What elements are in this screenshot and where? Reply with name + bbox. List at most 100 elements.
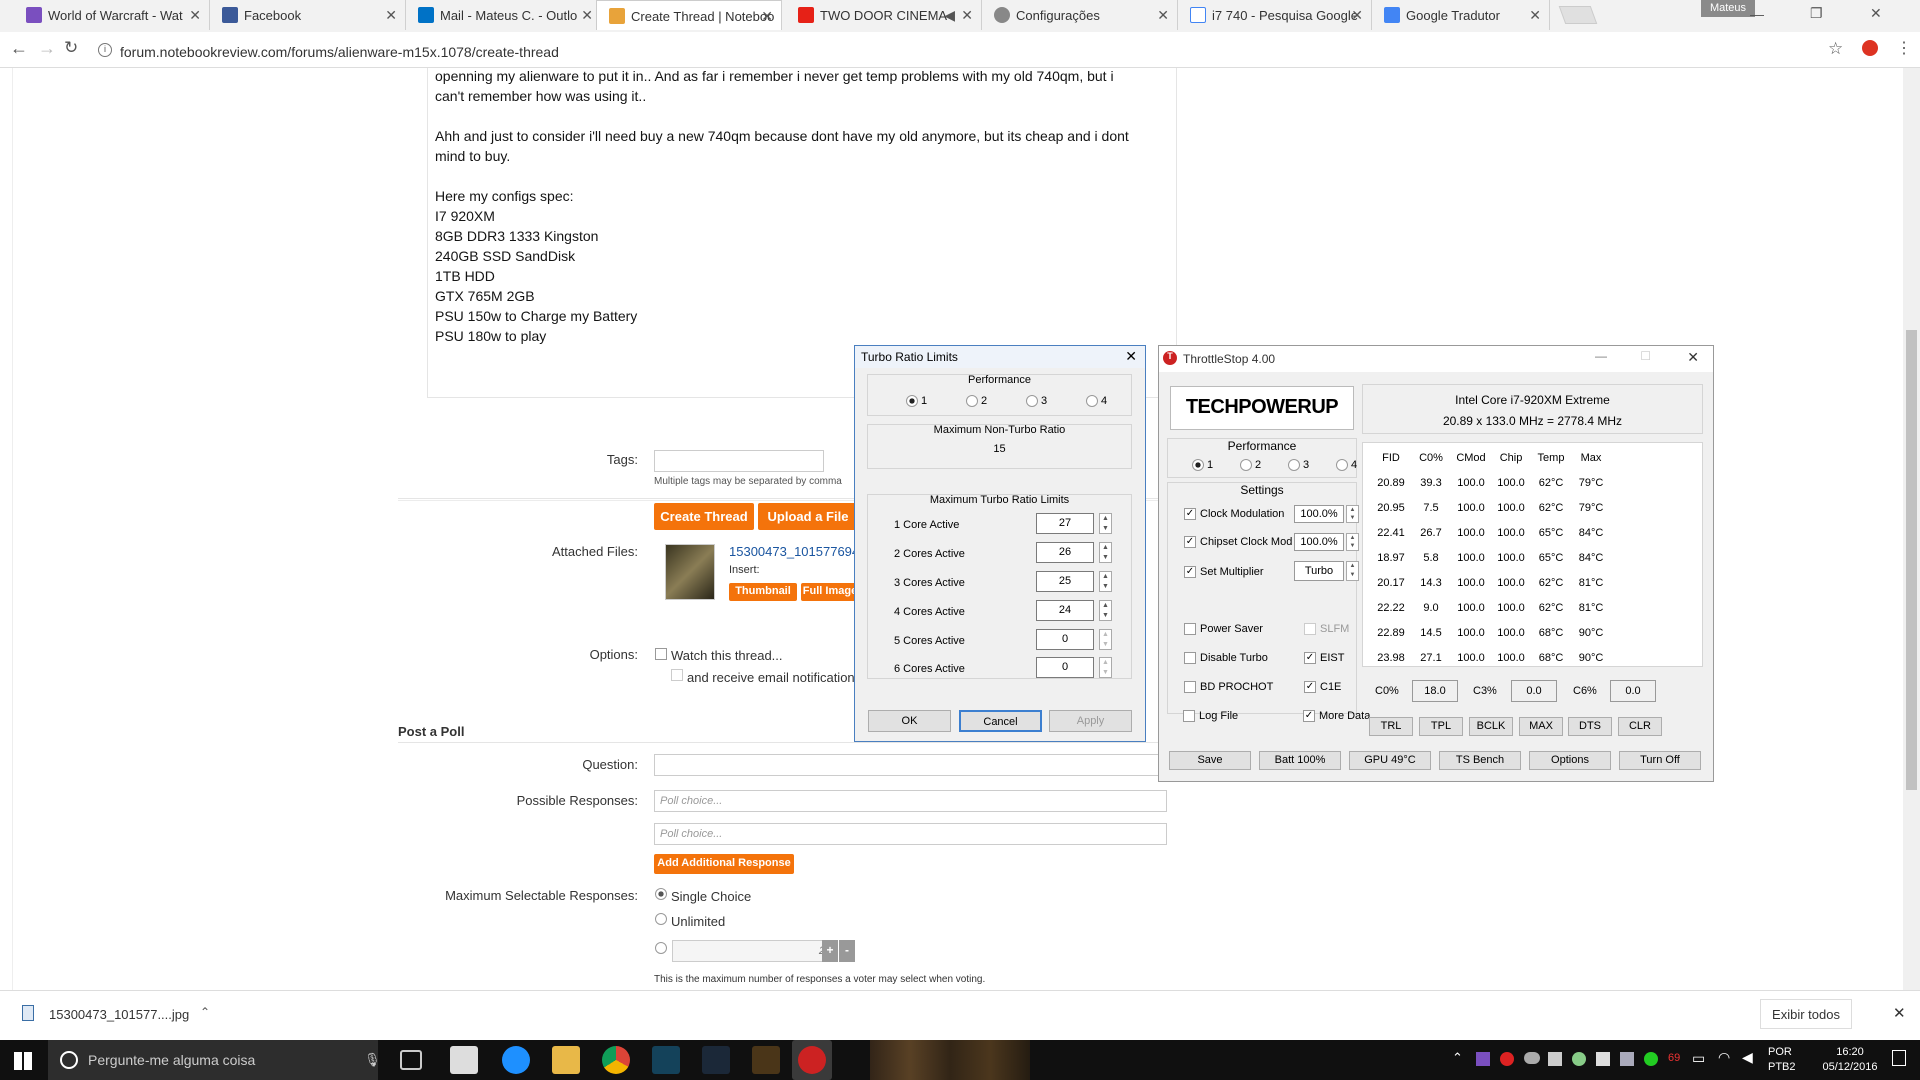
store-icon[interactable] bbox=[450, 1046, 478, 1074]
core-ratio-input[interactable]: 27 bbox=[1036, 513, 1094, 534]
cloud-icon[interactable] bbox=[1524, 1052, 1540, 1064]
new-tab-button[interactable] bbox=[1558, 6, 1598, 24]
count-radio[interactable] bbox=[655, 942, 667, 954]
attachment-link[interactable]: 15300473_1015776947 bbox=[729, 544, 859, 559]
core-ratio-input[interactable]: 25 bbox=[1036, 571, 1094, 592]
windows-start-icon[interactable] bbox=[14, 1052, 32, 1070]
spinner-arrows[interactable]: ▲ ▼ bbox=[1099, 600, 1112, 621]
file-explorer-icon[interactable] bbox=[552, 1046, 580, 1074]
gpu-temp-button[interactable]: GPU 49°C bbox=[1349, 751, 1431, 770]
core-ratio-input[interactable]: 26 bbox=[1036, 542, 1094, 563]
speaker-icon[interactable]: ◀ bbox=[944, 7, 955, 24]
close-icon[interactable]: ✕ bbox=[961, 7, 973, 24]
power-saver-checkbox[interactable] bbox=[1184, 623, 1196, 635]
tab-outlook-mail[interactable]: Mail - Mateus C. - Outlo ✕ bbox=[406, 0, 602, 30]
forward-icon[interactable]: → bbox=[38, 38, 56, 59]
close-icon[interactable]: ✕ bbox=[1529, 7, 1541, 24]
maximize-icon[interactable]: ❐ bbox=[1810, 5, 1823, 22]
spinner-arrows[interactable]: ▲ ▼ bbox=[1346, 561, 1359, 581]
dts-button[interactable]: DTS bbox=[1568, 717, 1612, 736]
tab-google-translate[interactable]: Google Tradutor ✕ bbox=[1372, 0, 1550, 30]
set-multiplier-checkbox[interactable]: ✓ bbox=[1184, 566, 1196, 578]
email-checkbox[interactable] bbox=[671, 669, 683, 681]
tab-create-thread[interactable]: Create Thread | Noteboo ✕ bbox=[596, 0, 782, 30]
bd-prochot-checkbox[interactable] bbox=[1184, 681, 1196, 693]
show-all-button[interactable]: Exibir todos bbox=[1760, 999, 1852, 1029]
bookmark-star-icon[interactable]: ☆ bbox=[1828, 39, 1843, 59]
multiplier-select[interactable]: Turbo bbox=[1294, 561, 1344, 581]
disable-turbo-checkbox[interactable] bbox=[1184, 652, 1196, 664]
clock-mod-checkbox[interactable]: ✓ bbox=[1184, 508, 1196, 520]
perf-radio-2[interactable] bbox=[966, 395, 978, 407]
decrement-button[interactable]: - bbox=[839, 940, 855, 962]
slfm-checkbox[interactable] bbox=[1304, 623, 1316, 635]
options-button[interactable]: Options bbox=[1529, 751, 1611, 770]
more-data-checkbox[interactable]: ✓ bbox=[1303, 710, 1315, 722]
chipset-mod-select[interactable]: 100.0% bbox=[1294, 533, 1344, 551]
clock[interactable]: 16:20 05/12/2016 bbox=[1818, 1045, 1882, 1075]
apply-button[interactable]: Apply bbox=[1049, 710, 1132, 732]
chrome-icon[interactable] bbox=[602, 1046, 630, 1074]
task-view-icon[interactable] bbox=[400, 1050, 422, 1070]
tab-facebook[interactable]: Facebook ✕ bbox=[210, 0, 406, 30]
question-input[interactable] bbox=[654, 754, 1167, 776]
perf-radio-4[interactable] bbox=[1336, 459, 1348, 471]
close-icon[interactable]: ✕ bbox=[761, 8, 773, 25]
menu-icon[interactable]: ⋮ bbox=[1896, 38, 1912, 58]
spinner-arrows[interactable]: ▲ ▼ bbox=[1099, 513, 1112, 534]
tray-icon[interactable] bbox=[1620, 1052, 1634, 1066]
max-button[interactable]: MAX bbox=[1519, 717, 1563, 736]
reload-icon[interactable]: ↻ bbox=[64, 38, 78, 58]
wifi-icon[interactable]: ◠ bbox=[1718, 1049, 1730, 1066]
back-icon[interactable]: ← bbox=[10, 38, 28, 59]
thumbnail-button[interactable]: Thumbnail bbox=[729, 583, 797, 601]
battery-button[interactable]: Batt 100% bbox=[1259, 751, 1341, 770]
close-icon[interactable]: ✕ bbox=[1157, 7, 1169, 24]
c1e-checkbox[interactable]: ✓ bbox=[1304, 681, 1316, 693]
steam-icon[interactable] bbox=[702, 1046, 730, 1074]
microphone-icon[interactable]: 🎙 bbox=[364, 1052, 381, 1068]
perf-radio-1[interactable] bbox=[1192, 459, 1204, 471]
spinner-arrows[interactable]: ▲ ▼ bbox=[1099, 542, 1112, 563]
tab-world-of-warcraft[interactable]: World of Warcraft - Wat ✕ bbox=[14, 0, 210, 30]
max-count-input[interactable]: 2 bbox=[672, 940, 832, 962]
cortana-search[interactable]: Pergunte-me alguma coisa 🎙 bbox=[48, 1040, 381, 1080]
poll-choice-input[interactable]: Poll choice... bbox=[654, 790, 1167, 812]
tags-input[interactable] bbox=[654, 450, 824, 472]
perf-radio-3[interactable] bbox=[1026, 395, 1038, 407]
close-icon[interactable]: ✕ bbox=[581, 7, 593, 24]
ok-button[interactable]: OK bbox=[868, 710, 951, 732]
maximize-icon[interactable]: ☐ bbox=[1640, 349, 1651, 363]
add-response-button[interactable]: Add Additional Response bbox=[654, 854, 794, 874]
core-ratio-input[interactable]: 0 bbox=[1036, 657, 1094, 678]
perf-radio-4[interactable] bbox=[1086, 395, 1098, 407]
tray-icon[interactable] bbox=[1596, 1052, 1610, 1066]
cancel-button[interactable]: Cancel bbox=[959, 710, 1042, 732]
tray-icon[interactable] bbox=[1548, 1052, 1562, 1066]
poll-choice-input[interactable]: Poll choice... bbox=[654, 823, 1167, 845]
tab-settings[interactable]: Configurações ✕ bbox=[982, 0, 1178, 30]
tray-icon[interactable] bbox=[1476, 1052, 1490, 1066]
core-ratio-input[interactable]: 0 bbox=[1036, 629, 1094, 650]
address-bar[interactable]: i forum.notebookreview.com/forums/alienw… bbox=[90, 38, 1840, 64]
close-icon[interactable]: ✕ bbox=[1893, 1004, 1906, 1022]
create-thread-button[interactable]: Create Thread bbox=[654, 503, 754, 530]
spinner-arrows[interactable]: ▲ ▼ bbox=[1099, 571, 1112, 592]
spinner-arrows[interactable]: ▲ ▼ bbox=[1346, 533, 1359, 551]
clr-button[interactable]: CLR bbox=[1618, 717, 1662, 736]
spinner-arrows[interactable]: ▲ ▼ bbox=[1099, 629, 1112, 650]
ts-bench-button[interactable]: TS Bench bbox=[1439, 751, 1521, 770]
chevron-up-icon[interactable]: ⌃ bbox=[200, 1005, 210, 1019]
close-icon[interactable]: ✕ bbox=[189, 7, 201, 24]
perf-radio-1[interactable] bbox=[906, 395, 918, 407]
upload-file-button[interactable]: Upload a File bbox=[758, 503, 858, 530]
tab-google-search[interactable]: i7 740 - Pesquisa Google ✕ bbox=[1178, 0, 1372, 30]
attachment-thumbnail[interactable] bbox=[665, 544, 715, 600]
scrollbar-thumb[interactable] bbox=[1906, 330, 1917, 790]
perf-radio-2[interactable] bbox=[1240, 459, 1252, 471]
download-filename[interactable]: 15300473_101577....jpg bbox=[49, 1007, 189, 1022]
battle-net-icon[interactable] bbox=[652, 1046, 680, 1074]
minimize-icon[interactable]: — bbox=[1595, 349, 1607, 363]
close-window-icon[interactable]: ✕ bbox=[1870, 5, 1882, 22]
chevron-up-icon[interactable]: ⌃ bbox=[1452, 1050, 1463, 1066]
